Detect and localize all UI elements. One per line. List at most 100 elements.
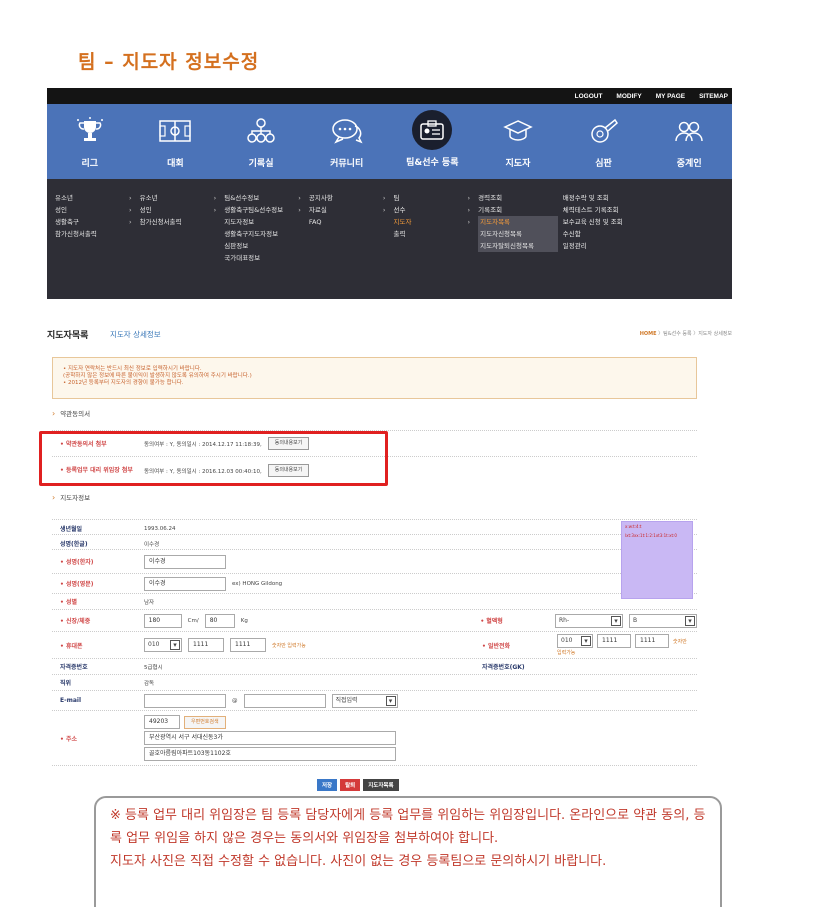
phone-prefix-select[interactable]: 010 ▾ [557,634,593,648]
nav-competition[interactable]: 대회 [133,104,219,179]
whistle-icon [587,116,621,146]
submenu-item[interactable]: 성인 › [140,204,225,216]
submenu-item[interactable]: 기록조회 [478,204,563,216]
sitemap-link[interactable]: SITEMAP [699,93,728,100]
notice-box: • 지도자 연락처는 반드시 최신 정보로 입력하시기 바랍니다. (공학하지 … [52,357,697,399]
submenu-item[interactable]: 지도자신청목록 [478,228,559,240]
submenu-panel: 유소년 › 성인 › 생활축구 › 참가신청서출력 유소년 › 성인 › 참가신청서출력 … [47,179,732,299]
mobile-mid-input[interactable]: 1111 [188,638,224,652]
nav-referee[interactable]: 심판 [561,104,647,179]
row-address: 주소 49203 우편번호검색 부산광역시 서구 서대신동3가 골호아름림아파트… [52,710,697,766]
logout-link[interactable]: LOGOUT [575,93,603,100]
submenu-item-active[interactable]: 지도자 › [394,216,479,228]
nav-league[interactable]: 리그 [47,104,133,179]
blood-type-select[interactable]: B ▾ [629,613,697,628]
email-domain-input[interactable] [243,693,326,708]
submenu-item[interactable]: 참가신청서출력 [140,216,225,228]
modify-link[interactable]: MODIFY [616,93,641,100]
mypage-link[interactable]: MY PAGE [656,93,685,100]
submenu-item[interactable]: 일정관리 [563,240,648,252]
top-utility-bar: LOGOUT MODIFY MY PAGE SITEMAP [47,88,732,104]
submenu-item[interactable]: 심판정보 [224,240,309,252]
action-buttons: 저장 탈퇴 지도자목록 [317,779,399,791]
submenu-item[interactable]: 생활축구팀&선수정보 › [224,204,309,216]
submenu-item[interactable]: 생활축구지도자정보 [224,228,309,240]
page-title: 팀 – 지도자 정보수정 [78,51,260,73]
save-button[interactable]: 저장 [317,779,338,791]
chevron-down-icon: ▾ [611,615,621,626]
submenu-item[interactable]: 팀&선수정보 › [224,192,309,204]
zip-search-button[interactable]: 우편번호검색 [184,715,226,729]
breadcrumb: HOME 〉팀&선수 등록 〉지도자 상세정보 [639,331,732,337]
submenu-item[interactable]: 성인 › [55,204,140,216]
id-card-icon [412,110,453,150]
section-subtitle: 지도자 상세정보 [110,330,161,339]
submenu-community: 공지사항 › 자료실 › FAQ [309,192,394,299]
nav-records[interactable]: 기록실 [218,104,304,179]
submenu-item[interactable]: 수신함 [563,228,648,240]
row-name-en: 성명(영문)이수경ex) HONG Gildong [52,573,697,593]
trophy-icon [73,116,107,146]
submenu-records: 팀&선수정보 › 생활축구팀&선수정보 › 지도자정보 생활축구지도자정보 심판정보… [224,192,309,299]
rh-select[interactable]: Rh- ▾ [555,613,623,628]
nav-coach[interactable]: 지도자 [475,104,561,179]
row-gender: 성별남자 [52,593,697,609]
submenu-item[interactable]: 경력조회 [478,192,563,204]
submenu-item[interactable]: FAQ [309,216,394,228]
submenu-item[interactable]: 체력테스트 기록조회 [563,204,648,216]
submenu-item[interactable]: 국가대표정보 [224,252,309,264]
submenu-item[interactable]: 보수교육 신청 및 조회 [563,216,648,228]
submenu-item-active[interactable]: 지도자목록 [478,216,559,228]
submenu-competition: 유소년 › 성인 › 참가신청서출력 [140,192,225,299]
height-input[interactable]: 180 [143,613,182,628]
name-hanja-input[interactable]: 이수경 [144,554,226,569]
submenu-item[interactable]: 출력 [394,228,479,240]
highlight-box [39,431,388,486]
row-license: 자격증번호 5급협시 자격증번호(GK) [52,658,697,674]
submenu-item[interactable]: 공지사항 › [309,192,394,204]
submenu-item[interactable]: 유소년 › [55,192,140,204]
field-icon [158,116,192,146]
people-icon [672,116,706,146]
zip-input[interactable]: 49203 [144,715,180,729]
submenu-item[interactable]: 생활축구 › [55,216,140,228]
submenu-item[interactable]: 지도자정보 [224,216,309,228]
nav-team-registration[interactable]: 팀&선수 등록 [390,104,476,179]
email-id-input[interactable] [144,693,226,708]
submenu-item[interactable]: 배정수락 및 조회 [563,192,648,204]
submenu-item[interactable]: 참가신청서출력 [55,228,140,240]
weight-input[interactable]: 80 [204,613,235,628]
row-name-hanja: 성명(한자)이수경 [52,549,697,573]
email-domain-select[interactable]: 직접입력 ▾ [331,693,398,708]
section-title: 지도자목록 [47,331,89,341]
row-phones: 휴대폰 010▾ 1111 1111 숫자만 입력가능 일반전화 010▾ 11… [52,631,697,658]
mobile-prefix-select[interactable]: 010 ▾ [144,638,182,652]
withdraw-button[interactable]: 탈퇴 [340,779,361,791]
name-en-input[interactable]: 이수경 [144,576,226,591]
address-line1-input[interactable]: 부산광역시 서구 서대신동3가 [144,731,396,745]
address-line2-input[interactable]: 골호아름림아파트103동1102호 [144,747,396,761]
chevron-down-icon: ▾ [385,695,396,706]
chat-icon [330,116,364,146]
submenu-item[interactable]: 지도자탈퇴신청목록 [478,240,559,252]
submenu-team: 팀 › 선수 › 지도자 › 출력 [394,192,479,299]
submenu-coach: 경력조회 기록조회 지도자목록 지도자신청목록 지도자탈퇴신청목록 [478,192,563,299]
nav-community[interactable]: 커뮤니티 [304,104,390,179]
coach-photo: x:w:t:4:t lxt:3xx:1t:1:2:1xt3:1t:xt:0 [621,521,693,599]
submenu-item[interactable]: 자료실 › [309,204,394,216]
submenu-item[interactable]: 팀 › [394,192,479,204]
submenu-item[interactable]: 선수 › [394,204,479,216]
submenu-item[interactable]: 유소년 › [140,192,225,204]
coach-list-button[interactable]: 지도자목록 [363,779,399,791]
phone-last-input[interactable]: 1111 [635,634,669,648]
submenu-empty [647,192,732,299]
breadcrumb-home[interactable]: HOME [640,331,657,337]
chevron-down-icon: ▾ [170,640,180,650]
phone-mid-input[interactable]: 1111 [597,634,631,648]
section-coach-info: 지도자정보 [52,492,90,502]
nav-broadcaster[interactable]: 중계인 [646,104,732,179]
row-position: 직위 감독 [52,674,697,690]
mobile-last-input[interactable]: 1111 [230,638,266,652]
row-body-blood: 신장/체중 180Cm/ 80Kg 혈액형 Rh-▾ B▾ [52,609,697,631]
callout-note: ※ 등록 업무 대리 위임장은 팀 등록 담당자에게 등록 업무를 위임하는 위… [94,796,722,907]
